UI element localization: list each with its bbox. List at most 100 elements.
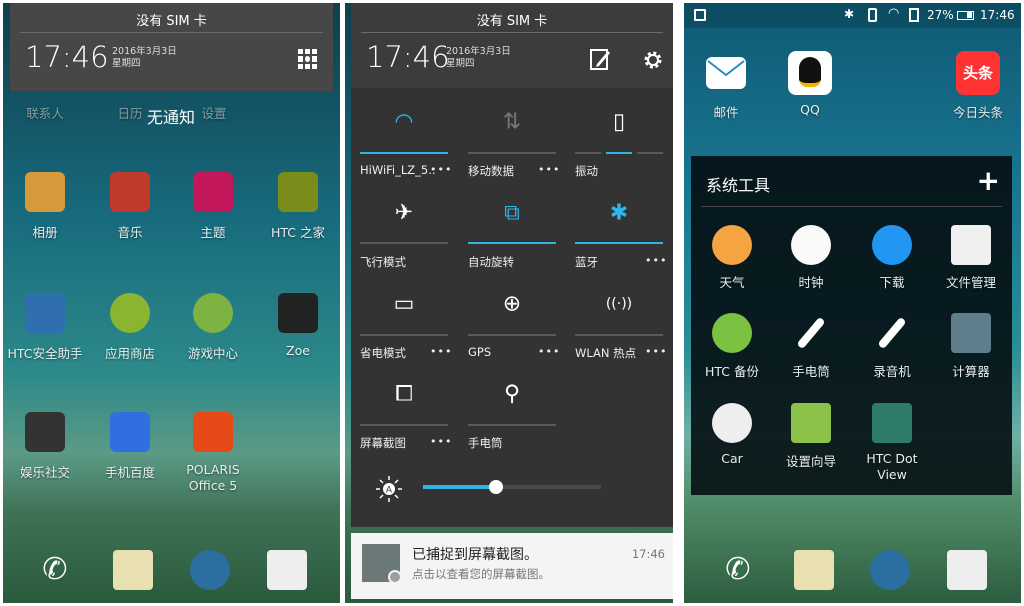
tile-label[interactable]: 移动数据 [468,163,514,179]
qq-penguin-icon[interactable] [788,51,832,95]
more-options-icon[interactable]: ••• [645,254,667,267]
htc-backup-icon[interactable] [712,313,752,353]
more-options-icon[interactable]: ••• [430,163,452,176]
browser-globe-icon[interactable] [870,550,910,590]
more-options-icon[interactable]: ••• [645,345,667,358]
airplane-icon[interactable]: ✈ [395,201,413,226]
folder-title[interactable]: 系统工具 [706,172,770,196]
browser-globe-icon[interactable] [190,550,230,590]
app-label[interactable]: 主题 [200,222,225,241]
app-label[interactable]: 相册 [32,222,57,241]
bluetooth-icon[interactable]: ✱ [610,201,628,226]
phone-icon[interactable]: ✆ [718,550,758,590]
tile-label[interactable]: 飞行模式 [360,254,406,270]
auto-rotate-icon[interactable]: ⧉ [504,201,520,226]
app-label[interactable]: Zoe [286,343,310,358]
hotspot-icon[interactable]: ((·)) [606,296,632,312]
setup-wizard-icon[interactable] [791,403,831,443]
app-label-qq[interactable]: QQ [800,102,820,117]
folder-app-label[interactable]: 手电筒 [792,361,830,380]
zoe-icon[interactable] [278,293,318,333]
tile-label[interactable]: WLAN 热点 [575,345,636,361]
phone-icon[interactable]: ✆ [35,550,75,590]
folder-app-label[interactable]: HTC Dot [866,451,917,466]
folder-app-label[interactable]: 计算器 [952,361,990,380]
app-label-mail[interactable]: 邮件 [713,102,738,121]
tile-label[interactable]: 省电模式 [360,345,406,361]
clock-icon[interactable] [791,225,831,265]
brightness-slider[interactable] [423,480,601,494]
camera-icon[interactable] [947,550,987,590]
app-store-icon[interactable] [110,293,150,333]
app-label-contacts[interactable]: 联系人 [26,103,64,122]
app-label[interactable]: HTC安全助手 [7,343,82,362]
app-label[interactable]: 手机百度 [105,462,155,481]
app-label[interactable]: HTC 之家 [271,222,325,241]
download-icon[interactable] [872,225,912,265]
screenshot-icon[interactable]: ⧠ [395,382,413,407]
tile-label[interactable]: 自动旋转 [468,254,514,270]
flashlight-icon[interactable]: ⚲ [504,382,520,407]
baidu-icon[interactable] [110,412,150,452]
gps-icon[interactable]: ⊕ [503,292,521,317]
more-options-icon[interactable]: ••• [430,435,452,448]
themes-icon[interactable] [193,172,233,212]
mobile-data-icon[interactable]: ⇅ [503,110,521,135]
folder-app-label[interactable]: 天气 [719,272,744,291]
app-label-line2[interactable]: Office 5 [189,478,237,493]
more-options-icon[interactable]: ••• [538,345,560,358]
brightness-slider-thumb[interactable] [488,480,503,494]
divider [20,32,323,33]
wifi-icon[interactable]: ◠ [394,110,413,135]
toutiao-icon[interactable]: 头条 [956,51,1000,95]
folder-app-label[interactable]: HTC 备份 [705,361,759,380]
tile-label[interactable]: GPS [468,345,491,359]
tile-label[interactable]: HiWiFi_LZ_5.. [360,163,436,177]
app-label-calendar[interactable]: 日历 [117,103,142,122]
camera-icon[interactable] [267,550,307,590]
gallery-icon[interactable] [25,172,65,212]
quick-settings-grid-icon[interactable] [298,49,318,69]
calculator-icon[interactable] [951,313,991,353]
edit-icon[interactable] [589,47,611,71]
app-label-settings[interactable]: 设置 [201,103,226,122]
app-label[interactable]: 娱乐社交 [20,462,70,481]
headphones-icon[interactable] [110,172,150,212]
auto-brightness-icon[interactable]: A [375,475,403,503]
folder-app-label[interactable]: Car [721,451,743,466]
screenshot-notification[interactable]: 已捕捉到屏幕截图。 点击以查看您的屏幕截图。 17:46 [351,533,673,599]
folder-app-label[interactable]: 录音机 [873,361,911,380]
app-label[interactable]: POLARIS [186,462,240,477]
mail-icon[interactable] [706,57,746,89]
tile-label[interactable]: 屏幕截图 [360,435,406,451]
gear-icon[interactable] [642,49,664,71]
folder-app-label-line2[interactable]: View [877,467,907,482]
messages-icon[interactable] [113,550,153,590]
folder-app-label[interactable]: 时钟 [798,272,823,291]
app-label[interactable]: 游戏中心 [188,343,238,362]
tile-label[interactable]: 手电筒 [468,435,503,451]
tile-label[interactable]: 蓝牙 [575,254,598,270]
app-label-toutiao[interactable]: 今日头条 [953,102,1003,121]
vibrate-icon[interactable]: ▯ [613,110,625,135]
dot-view-icon[interactable] [872,403,912,443]
game-center-icon[interactable] [193,293,233,333]
more-options-icon[interactable]: ••• [538,163,560,176]
folder-app-label[interactable]: 设置向导 [786,451,836,470]
tile-label[interactable]: 振动 [575,163,598,179]
htc-shield-icon[interactable] [278,172,318,212]
power-saver-icon[interactable]: ▭ [394,292,415,317]
folder-app-label[interactable]: 文件管理 [946,272,996,291]
folder-icon[interactable] [25,412,65,452]
weather-icon[interactable] [712,225,752,265]
messages-icon[interactable] [794,550,834,590]
folder-app-label[interactable]: 下载 [879,272,904,291]
plus-icon[interactable]: + [977,164,1000,197]
security-shield-icon[interactable] [25,293,65,333]
polaris-office-icon[interactable] [193,412,233,452]
car-steering-icon[interactable] [712,403,752,443]
app-label[interactable]: 应用商店 [105,343,155,362]
more-options-icon[interactable]: ••• [430,345,452,358]
app-label[interactable]: 音乐 [117,222,142,241]
file-manager-icon[interactable] [951,225,991,265]
